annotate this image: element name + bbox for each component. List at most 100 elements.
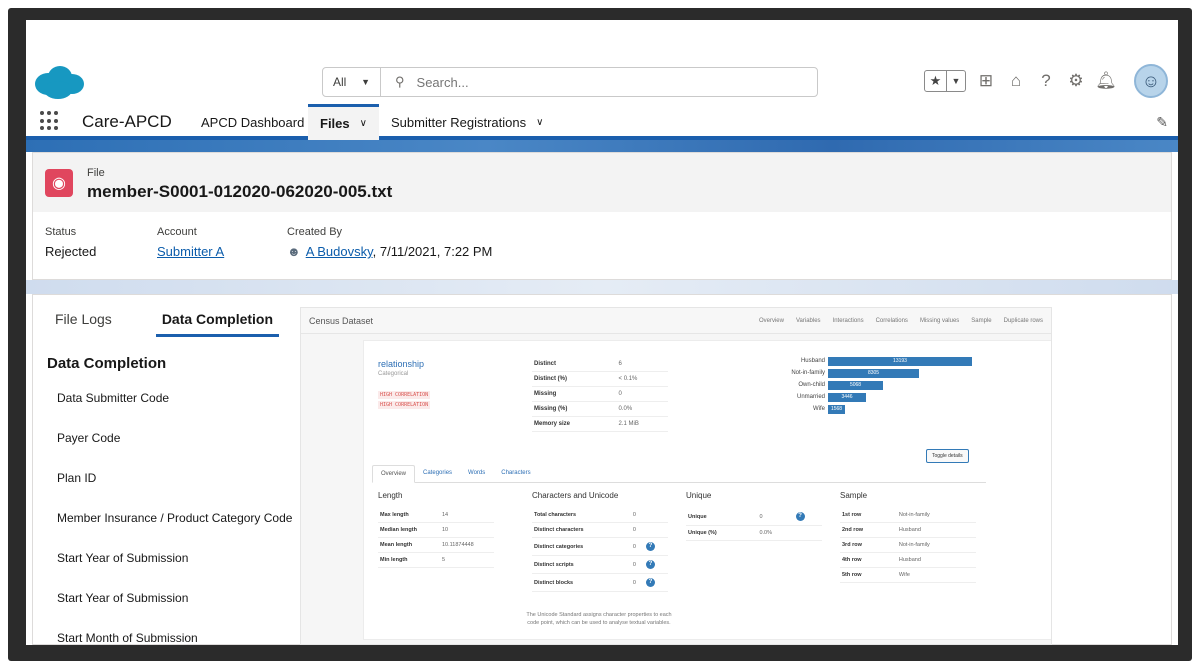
chevron-down-icon: ▼ — [951, 76, 961, 86]
report-nav-links: Overview Variables Interactions Correlat… — [759, 318, 1043, 324]
section-heading: Sample — [840, 491, 868, 500]
section-heading: Unique — [686, 491, 712, 500]
characters-section: Characters and Unicode Total characters 0… — [532, 491, 668, 592]
report-nav-link[interactable]: Duplicate rows — [1004, 318, 1043, 324]
variable-card: relationship Categorical HIGH CORRELATIO… — [363, 340, 1051, 640]
favorites-button[interactable]: ★ ▼ — [924, 70, 966, 92]
nav-item-label: Files — [320, 116, 350, 131]
table-row: 3rd row Not-in-family — [840, 537, 976, 553]
report-brand[interactable]: Census Dataset — [309, 316, 373, 326]
edit-nav-pencil-icon[interactable]: ✎ — [1156, 114, 1168, 131]
table-row: Missing 0 — [532, 386, 668, 402]
tab-words[interactable]: Words — [460, 465, 493, 482]
star-icon: ★ — [925, 71, 947, 91]
bar: 5068 — [828, 380, 883, 390]
bar: 1568 — [828, 404, 845, 414]
global-search: All ▼ ⚲ — [322, 67, 818, 97]
account-link[interactable]: Submitter A — [157, 244, 224, 259]
section-heading: Characters and Unicode — [532, 491, 619, 500]
report-nav-link[interactable]: Sample — [971, 318, 991, 324]
global-header: All ▼ ⚲ ★ ▼ ⊞ ⌂ ? ⚙ 🔔︎ ☺ — [26, 20, 1178, 104]
record-highlights: Status Rejected Account Submitter A Crea… — [32, 212, 1172, 280]
warning-badge: HIGH CORRELATION — [378, 391, 431, 399]
user-icon: ☻ — [287, 244, 301, 259]
info-icon[interactable]: ? — [645, 560, 655, 569]
info-icon[interactable]: ? — [645, 542, 655, 551]
trailhead-icon[interactable]: ⌂ — [1006, 70, 1026, 92]
field-label: Created By — [287, 226, 343, 238]
report-nav-link[interactable]: Correlations — [876, 318, 908, 324]
search-icon: ⚲ — [395, 74, 405, 89]
record-type-label: File — [87, 167, 105, 179]
list-item: Start Month of Submission — [57, 631, 198, 645]
report-nav-link[interactable]: Interactions — [833, 318, 864, 324]
user-avatar[interactable]: ☺ — [1134, 64, 1168, 98]
bar-row: Own-child 5068 — [764, 379, 972, 391]
bar-row: Not-in-family 8305 — [764, 367, 972, 379]
created-by-link[interactable]: A Budovsky — [306, 244, 373, 259]
bar-label: Unmarried — [796, 394, 825, 400]
bar: 3446 — [828, 392, 866, 402]
list-item: Payer Code — [57, 431, 121, 445]
table-row: 5th row Wife — [840, 567, 976, 583]
app-nav-bar: Care-APCD APCD Dashboard Files ∨ Submitt… — [26, 104, 1178, 140]
table-row: Mean length 10.11874448 — [378, 537, 494, 553]
gear-icon[interactable]: ⚙ — [1066, 70, 1086, 92]
chevron-down-icon[interactable]: ∨ — [536, 117, 543, 128]
table-row: Total characters 0 — [532, 508, 668, 523]
field-label: Account — [157, 226, 197, 238]
bell-icon[interactable]: 🔔︎ — [1095, 70, 1117, 92]
search-input[interactable] — [416, 74, 797, 90]
report-nav-link[interactable]: Variables — [796, 318, 821, 324]
record-title: member-S0001-012020-062020-005.txt — [87, 182, 393, 201]
nav-item-label: APCD Dashboard — [201, 114, 305, 130]
tab-file-logs[interactable]: File Logs — [55, 311, 112, 337]
report-nav-link[interactable]: Missing values — [920, 318, 959, 324]
search-scope-select[interactable]: All ▼ — [323, 68, 381, 96]
field-status: Status Rejected — [45, 226, 96, 259]
category-bar-chart: Husband 13193 Not-in-family 8305 Own-child 50… — [764, 355, 972, 415]
variable-name-link[interactable]: relationship — [378, 359, 424, 369]
field-created-by: Created By ☻ A Budovsky, 7/11/2021, 7:22 … — [287, 226, 492, 259]
variable-stats-table: Distinct 6 Distinct (%) < 0.1% Missing 0 Mi… — [532, 357, 668, 432]
tab-data-completion[interactable]: Data Completion — [155, 311, 280, 337]
app-name: Care-APCD — [82, 112, 172, 131]
nav-item-apcd-dashboard[interactable]: APCD Dashboard — [201, 104, 304, 140]
list-item: Start Year of Submission — [57, 591, 189, 605]
bar-row: Husband 13193 — [764, 355, 972, 367]
bar-row: Unmarried 3446 — [764, 391, 972, 403]
section-divider — [26, 280, 1178, 294]
bar-label: Own-child — [798, 382, 825, 388]
data-completion-list: Data Submitter Code Payer Code Plan ID M… — [57, 391, 292, 645]
app-launcher-icon[interactable] — [40, 111, 60, 131]
toggle-details-button[interactable]: Toggle details — [926, 449, 969, 463]
report-nav-link[interactable]: Overview — [759, 318, 784, 324]
tab-characters[interactable]: Characters — [493, 465, 538, 482]
data-completion-heading: Data Completion — [47, 355, 167, 372]
info-icon[interactable]: ? — [645, 578, 655, 587]
table-row: 2nd row Husband — [840, 522, 976, 538]
table-row: Distinct categories 0? — [532, 537, 668, 556]
warning-badge: HIGH CORRELATION — [378, 401, 431, 409]
file-icon: ◉ — [45, 169, 73, 197]
nav-item-submitter-registrations[interactable]: Submitter Registrations ∨ — [391, 104, 543, 140]
table-row: Unique (%) 0.0% — [686, 525, 822, 541]
list-item: Plan ID — [57, 471, 97, 485]
tab-categories[interactable]: Categories — [415, 465, 460, 482]
sample-section: Sample 1st row Not-in-family 2nd row Husba… — [840, 491, 976, 583]
info-icon[interactable]: ? — [795, 512, 805, 521]
bar-label: Not-in-family — [791, 370, 825, 376]
bar: 8305 — [828, 368, 919, 378]
bar-row: Wife 1568 — [764, 403, 972, 415]
add-icon[interactable]: ⊞ — [976, 70, 996, 92]
nav-item-files[interactable]: Files ∨ — [308, 104, 379, 140]
chevron-down-icon[interactable]: ∨ — [360, 118, 367, 129]
tab-overview[interactable]: Overview — [372, 465, 416, 483]
created-date: , 7/11/2021, 7:22 PM — [372, 244, 493, 259]
table-row: Missing (%) 0.0% — [532, 401, 668, 417]
table-row: 4th row Husband — [840, 552, 976, 568]
search-scope-label: All — [333, 75, 347, 89]
list-item: Data Submitter Code — [57, 391, 170, 405]
help-icon[interactable]: ? — [1036, 70, 1056, 92]
salesforce-cloud-logo[interactable] — [32, 64, 86, 100]
